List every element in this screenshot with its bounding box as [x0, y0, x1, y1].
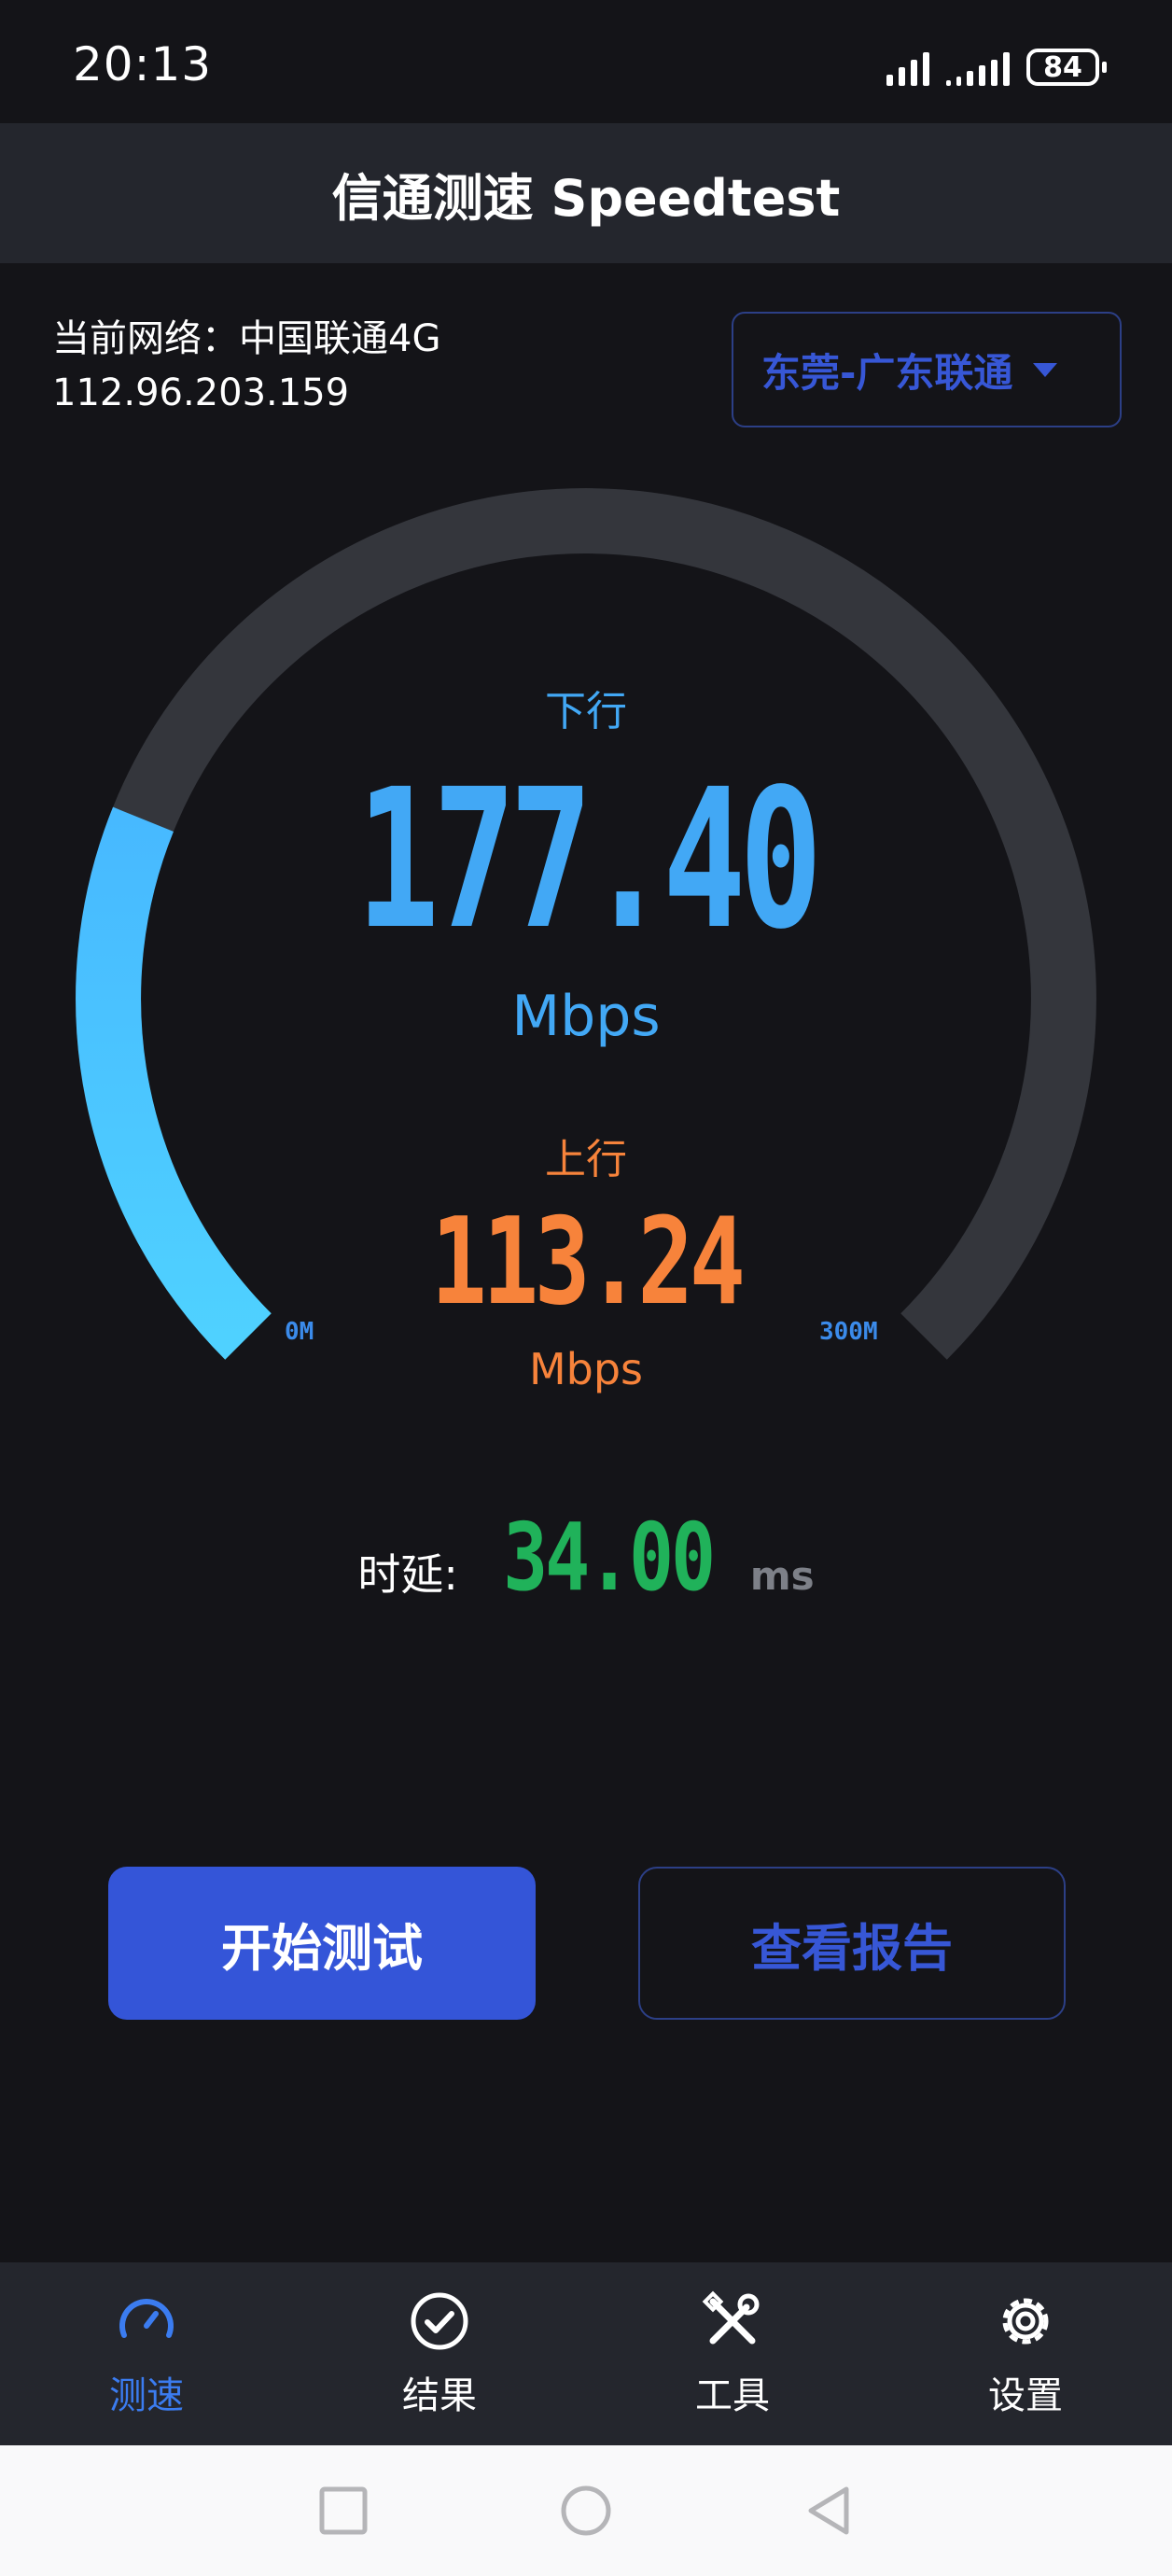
nav-label-results: 结果 [402, 2374, 477, 2417]
speed-gauge: 下行 177.40 Mbps 上行 113.24 Mbps 0M 300M [0, 467, 1172, 1493]
system-nav-bar [0, 2445, 1172, 2576]
nav-label-tools: 工具 [695, 2374, 770, 2417]
ip-address: 112.96.203.159 [52, 371, 350, 414]
network-type: 当前网络：中国联通4G [52, 317, 441, 360]
page-title: 信通测速 Speedtest [331, 168, 841, 228]
latency-readout: 时延: 34.00 ms [0, 1503, 1172, 1612]
latency-unit: ms [749, 1553, 815, 1599]
start-test-button[interactable]: 开始测试 [108, 1867, 536, 2020]
check-circle-icon [411, 2292, 468, 2350]
battery-level: 84 [1043, 50, 1082, 84]
battery-icon: 84 [1026, 49, 1107, 86]
latency-label: 时延: [357, 1549, 458, 1600]
gear-icon [1002, 2298, 1049, 2345]
download-value: 177.40 [356, 748, 823, 972]
recent-apps-icon[interactable] [316, 2484, 370, 2538]
status-bar: 20:13 84 [0, 0, 1172, 123]
upload-title: 上行 [545, 1136, 627, 1183]
download-title: 下行 [545, 688, 627, 735]
gauge-min-label: 0M [285, 1318, 314, 1346]
nav-item-speedtest[interactable]: 测速 [0, 2262, 293, 2445]
latency-value: 34.00 [502, 1503, 716, 1612]
nav-item-settings[interactable]: 设置 [879, 2262, 1172, 2445]
chevron-down-icon [1033, 362, 1058, 377]
gauge-arc [76, 487, 1096, 1360]
nav-label-settings: 设置 [988, 2374, 1063, 2417]
tools-icon [702, 2290, 760, 2345]
nav-item-tools[interactable]: 工具 [586, 2262, 879, 2445]
home-icon[interactable] [559, 2484, 613, 2538]
status-time: 20:13 [73, 37, 213, 91]
server-select-value: 东莞-广东联通 [761, 349, 1013, 396]
status-icons: 84 [886, 45, 1107, 90]
nav-label-speedtest: 测速 [109, 2374, 184, 2417]
download-unit: Mbps [511, 984, 661, 1049]
signal-icon [886, 49, 929, 86]
upload-value: 113.24 [430, 1193, 746, 1332]
view-report-button[interactable]: 查看报告 [638, 1867, 1066, 2020]
back-icon[interactable] [802, 2484, 856, 2538]
app-header: 信通测速 Speedtest [0, 123, 1172, 263]
speedtest-screen: 20:13 84 信通测速 Speedtest 当前网络：中国联通4G 112.… [0, 0, 1172, 2576]
network-info: 当前网络：中国联通4G 112.96.203.159 [52, 312, 440, 420]
gauge-max-label: 300M [819, 1318, 878, 1346]
server-select[interactable]: 东莞-广东联通 [732, 312, 1122, 427]
nav-item-results[interactable]: 结果 [293, 2262, 586, 2445]
signal-icon-secondary [946, 49, 1010, 86]
upload-unit: Mbps [528, 1344, 644, 1394]
speedometer-icon [119, 2299, 174, 2338]
bottom-nav: 测速 结果 工具 设置 [0, 2262, 1172, 2445]
